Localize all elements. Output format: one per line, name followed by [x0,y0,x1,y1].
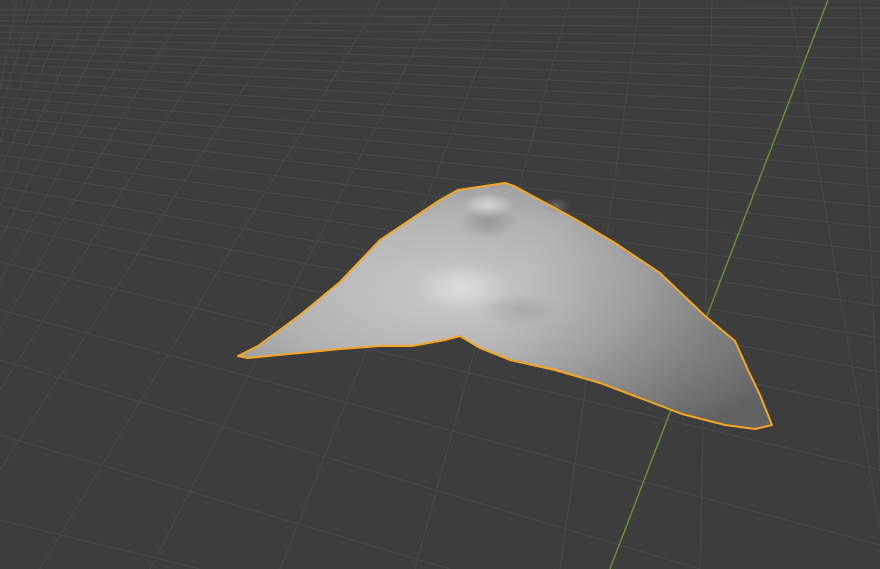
mesh-peak-highlight [462,193,514,217]
mesh-ridge-dent [542,198,570,214]
mesh-fold-shadow [480,294,560,326]
3d-viewport[interactable] [0,0,880,569]
viewport-canvas[interactable] [0,0,880,569]
